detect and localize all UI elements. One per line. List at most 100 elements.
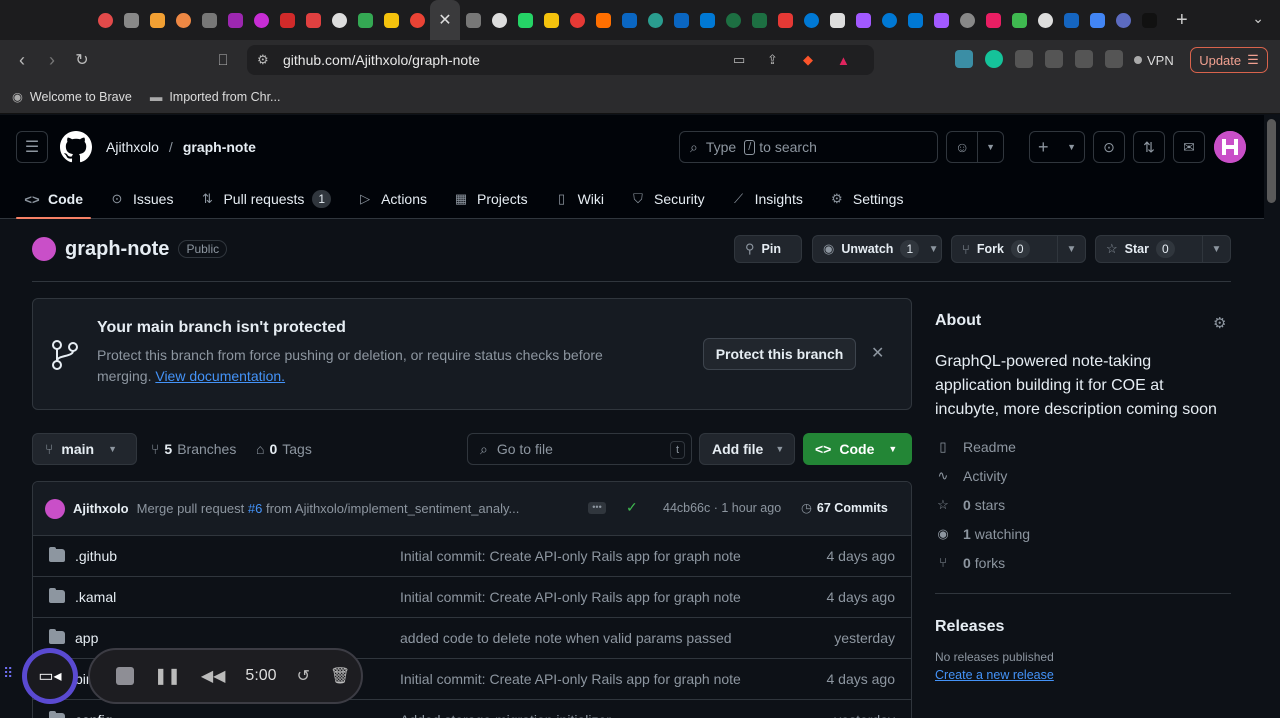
browser-tab[interactable] [590, 0, 616, 40]
branch-selector[interactable]: ⑂ main ▼ [32, 433, 137, 465]
restart-icon[interactable]: ↺ [297, 666, 310, 686]
new-tab-icon[interactable]: + [1176, 9, 1188, 32]
leo-ai-icon[interactable] [1105, 50, 1123, 68]
close-icon[interactable]: ✕ [871, 343, 884, 363]
browser-tab[interactable]: ✕ [430, 0, 460, 40]
file-commit-message[interactable]: Initial commit: Create API-only Rails ap… [400, 548, 741, 564]
browser-tab[interactable] [118, 0, 144, 40]
file-commit-message[interactable]: Initial commit: Create API-only Rails ap… [400, 589, 741, 605]
readme-link[interactable]: ▯ Readme [935, 432, 1231, 461]
tab-insights[interactable]: ⟋ Insights [723, 179, 811, 219]
bookmark-icon[interactable]: ⎕ [208, 52, 238, 69]
bookmark-welcome[interactable]: ◉ Welcome to Brave [12, 89, 132, 105]
commit-message[interactable]: Merge pull request #6 from Ajithxolo/imp… [137, 501, 569, 516]
browser-tab[interactable] [980, 0, 1006, 40]
browser-tab[interactable] [378, 0, 404, 40]
browser-tab[interactable] [1084, 0, 1110, 40]
browser-tab[interactable] [144, 0, 170, 40]
watching-link[interactable]: ◉ 1 watching [935, 519, 1231, 548]
browser-tab[interactable] [642, 0, 668, 40]
file-commit-message[interactable]: Added storage migration initializer [400, 712, 611, 718]
chevron-down-icon[interactable]: ▼ [1057, 235, 1085, 263]
pin-button[interactable]: ⚲ Pin [734, 235, 802, 263]
browser-tab[interactable] [798, 0, 824, 40]
tab-code[interactable]: <> Code [16, 179, 91, 219]
scrollbar-thumb[interactable] [1267, 119, 1276, 203]
tab-security[interactable]: ⛉ Security [622, 179, 713, 219]
pause-icon[interactable]: ❚❚ [154, 666, 181, 686]
fork-button[interactable]: ⑂ Fork 0 ▼ [951, 235, 1086, 263]
back-icon[interactable]: ‹ [7, 50, 37, 71]
copilot-button[interactable]: ☺ ▼ [946, 131, 1004, 163]
view-documentation-link[interactable]: View documentation. [155, 368, 285, 384]
expand-commit-icon[interactable]: ••• [588, 502, 606, 514]
browser-tab[interactable] [538, 0, 564, 40]
browser-tab[interactable] [1006, 0, 1032, 40]
browser-tab[interactable] [954, 0, 980, 40]
stars-link[interactable]: ☆ 0 stars [935, 490, 1231, 519]
recorder-camera-button[interactable]: ▭◂ [22, 648, 78, 704]
rewind-icon[interactable]: ◀◀ [201, 666, 226, 686]
create-release-link[interactable]: Create a new release [935, 668, 1231, 682]
browser-tab[interactable] [460, 0, 486, 40]
brave-shields-icon[interactable]: ◆ [803, 52, 813, 68]
wallet-icon[interactable] [1075, 50, 1093, 68]
browser-tab[interactable] [1058, 0, 1084, 40]
drag-handle-icon[interactable]: ⠿ [3, 665, 13, 682]
browser-tab[interactable] [746, 0, 772, 40]
protect-branch-button[interactable]: Protect this branch [703, 338, 856, 370]
releases-title[interactable]: Releases [935, 618, 1231, 636]
brave-rewards-icon[interactable]: ▲ [837, 53, 850, 68]
browser-tab[interactable] [196, 0, 222, 40]
extension-icon[interactable] [955, 50, 973, 68]
tab-pull-requests[interactable]: ⇅ Pull requests 1 [191, 179, 339, 219]
gear-icon[interactable]: ⚙ [1213, 314, 1226, 332]
tab-issues[interactable]: ⊙ Issues [101, 179, 181, 219]
file-commit-message[interactable]: added code to delete note when valid par… [400, 630, 732, 646]
file-commit-message[interactable]: Initial commit: Create API-only Rails ap… [400, 671, 741, 687]
commit-author[interactable]: Ajithxolo [73, 501, 129, 516]
unwatch-button[interactable]: ◉ Unwatch 1 ▼ [812, 235, 942, 263]
create-new-button[interactable]: + ▼ [1029, 131, 1085, 163]
browser-tab[interactable] [720, 0, 746, 40]
branches-link[interactable]: ⑂ 5 Branches [151, 433, 236, 465]
file-name[interactable]: .github [75, 548, 117, 564]
commit-pr-link[interactable]: #6 [248, 501, 262, 516]
commits-link[interactable]: ◷ 67 Commits [801, 500, 888, 516]
tab-actions[interactable]: ▷ Actions [349, 179, 435, 219]
browser-tab[interactable] [694, 0, 720, 40]
trash-icon[interactable]: 🗑 [330, 666, 350, 686]
file-name[interactable]: config [75, 712, 112, 718]
browser-tab[interactable] [92, 0, 118, 40]
vpn-button[interactable]: VPN [1134, 48, 1174, 72]
browser-tab[interactable] [772, 0, 798, 40]
go-to-file-input[interactable]: ⌕ Go to file t [467, 433, 692, 465]
github-logo-icon[interactable] [60, 131, 92, 163]
browser-tab[interactable] [486, 0, 512, 40]
browser-tab[interactable] [850, 0, 876, 40]
browser-tab[interactable] [902, 0, 928, 40]
add-file-button[interactable]: Add file ▼ [699, 433, 795, 465]
browser-tab[interactable] [1032, 0, 1058, 40]
pull-requests-button[interactable]: ⇅ [1133, 131, 1165, 163]
close-icon[interactable]: ✕ [438, 12, 453, 28]
code-button[interactable]: <> Code ▼ [803, 433, 912, 465]
browser-tab[interactable] [170, 0, 196, 40]
file-name[interactable]: app [75, 630, 98, 646]
commit-sha-time[interactable]: 44cb66c · 1 hour ago [663, 501, 781, 515]
commit-author-avatar[interactable] [45, 498, 65, 519]
share-icon[interactable]: ⇪ [767, 52, 778, 68]
star-button[interactable]: ☆ Star 0 ▼ [1095, 235, 1231, 263]
breadcrumb-owner[interactable]: Ajithxolo [106, 139, 159, 155]
tab-settings[interactable]: ⚙ Settings [821, 179, 912, 219]
browser-tab[interactable] [274, 0, 300, 40]
address-bar[interactable]: ⚙ github.com/Ajithxolo/graph-note ▭ ⇪ ◆ … [247, 45, 874, 75]
stop-icon[interactable] [116, 667, 134, 685]
browser-tab[interactable] [1110, 0, 1136, 40]
browser-tab[interactable] [300, 0, 326, 40]
table-row[interactable]: .kamal Initial commit: Create API-only Ra… [33, 577, 911, 618]
browser-tab[interactable] [1136, 0, 1162, 40]
cast-icon[interactable]: ▭ [733, 52, 745, 68]
browser-tab[interactable] [404, 0, 430, 40]
search-input[interactable]: ⌕ Type / to search [679, 131, 938, 163]
